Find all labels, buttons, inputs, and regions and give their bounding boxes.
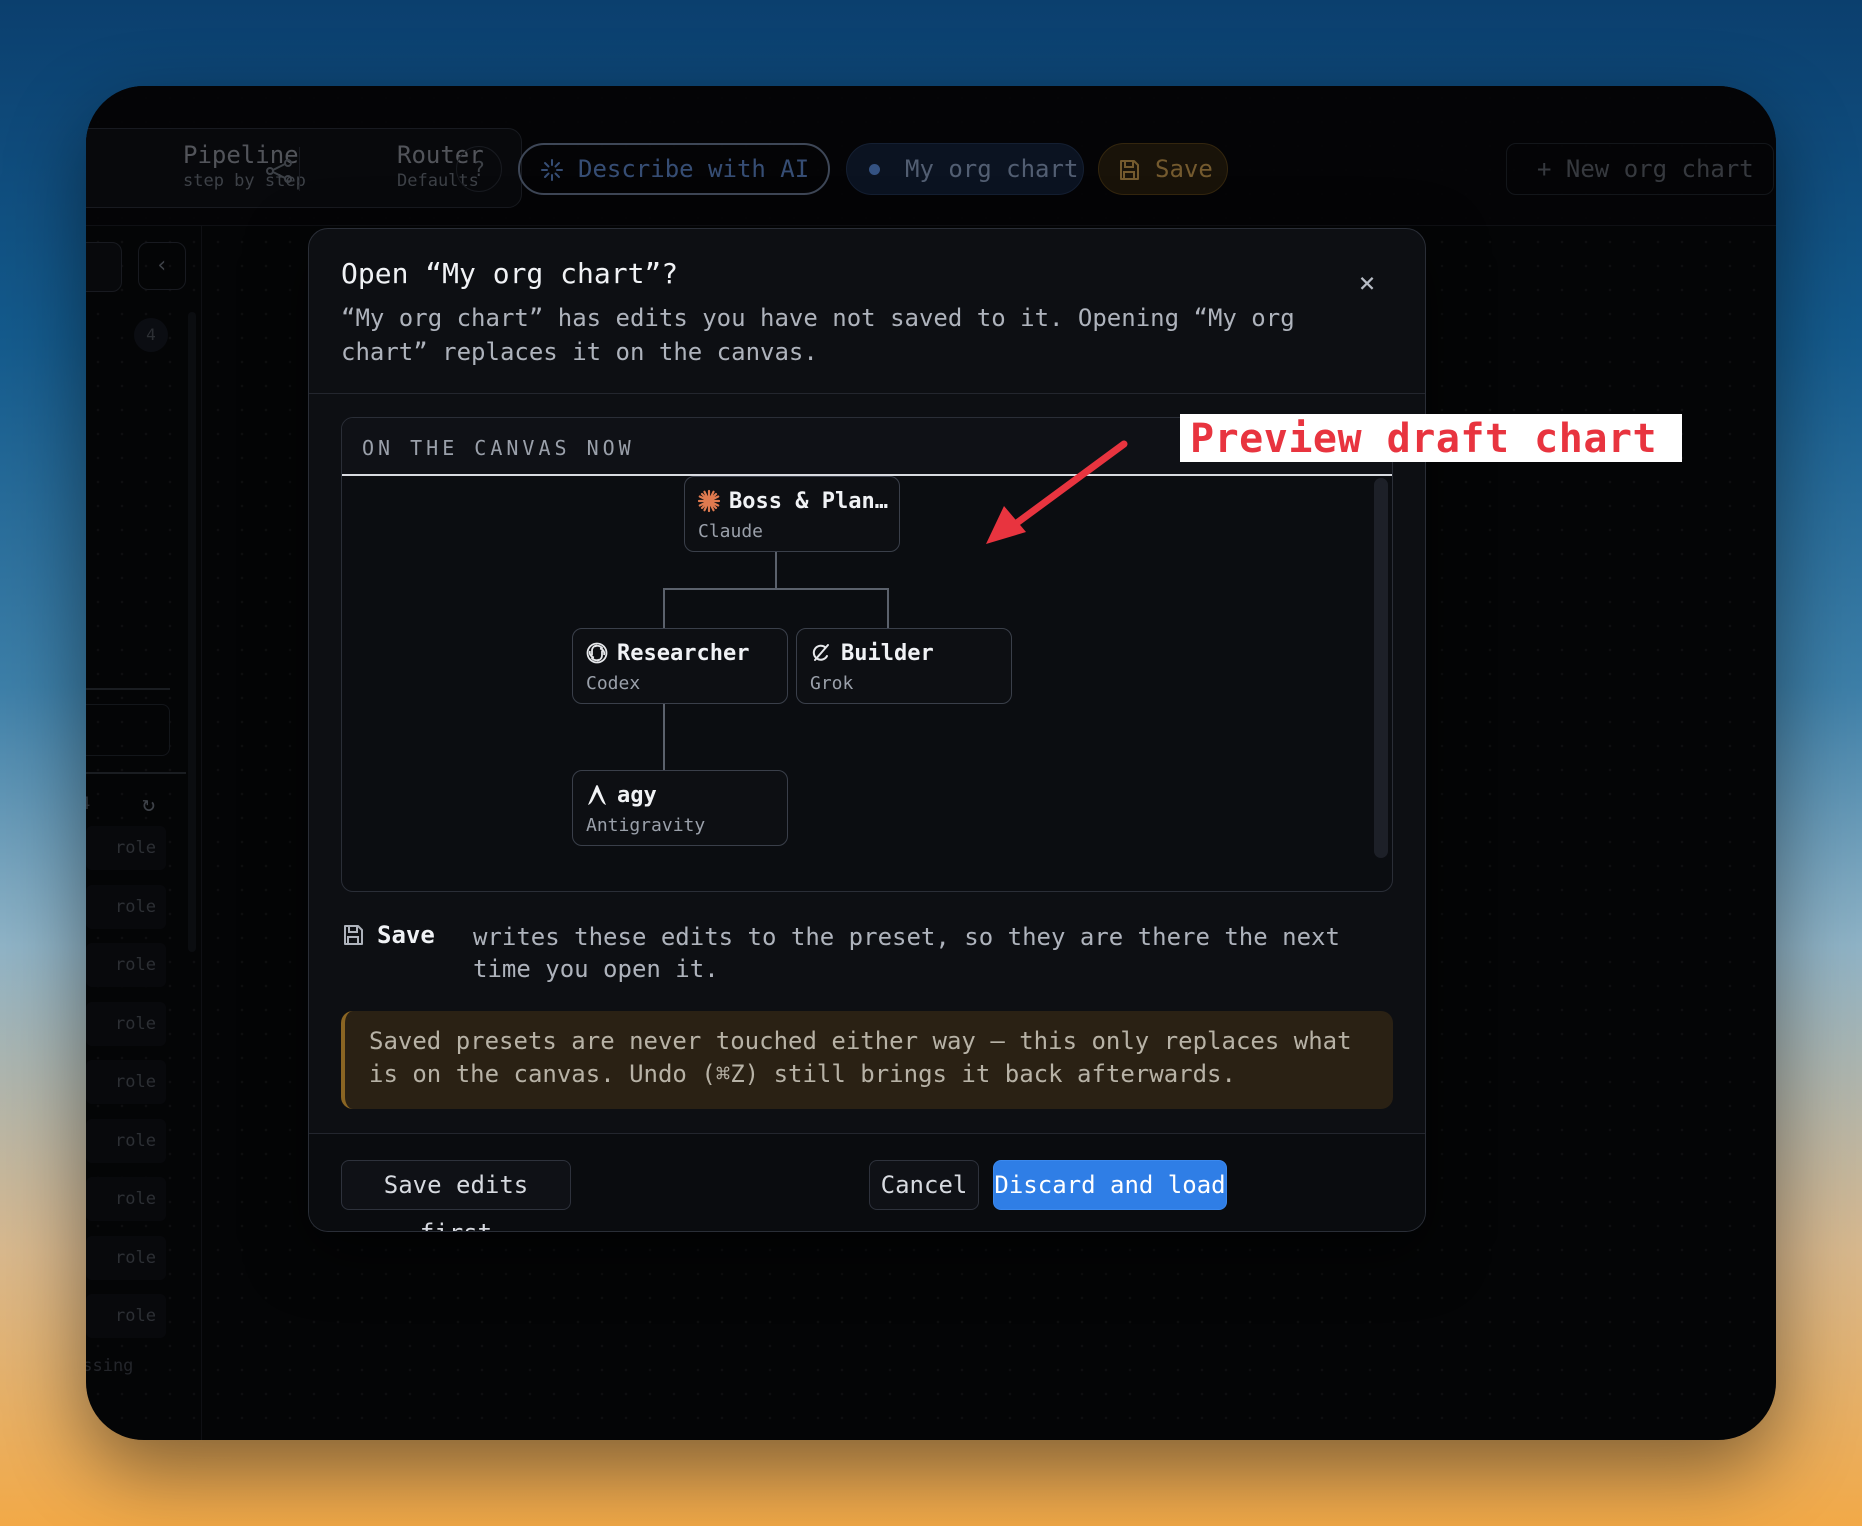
claude-icon — [697, 489, 721, 513]
grok-icon — [812, 644, 829, 661]
preview-scrollbar[interactable] — [1374, 478, 1388, 858]
node-name: Researcher — [617, 641, 750, 666]
org-connector — [663, 588, 889, 590]
cancel-button[interactable]: Cancel — [869, 1160, 979, 1210]
save-edits-first-button[interactable]: Save edits first — [341, 1160, 571, 1231]
dialog-title: Open “My org chart”? — [341, 257, 679, 290]
antigravity-icon — [588, 785, 606, 805]
dialog-divider — [309, 393, 1425, 394]
open-chart-dialog: Open “My org chart”? × “My org chart” ha… — [308, 228, 1426, 1232]
org-connector — [775, 549, 777, 589]
floppy-disk-icon — [344, 925, 363, 945]
node-provider: Grok — [810, 673, 854, 694]
node-name: Builder — [841, 641, 934, 666]
openai-icon — [586, 642, 608, 664]
save-note-keyword: Save — [377, 921, 435, 949]
save-note-text: writes these edits to the preset, so the… — [473, 923, 1340, 983]
close-icon[interactable]: × — [1347, 263, 1387, 303]
dialog-description: “My org chart” has edits you have not sa… — [341, 304, 1295, 366]
org-node-builder[interactable]: Builder Grok — [796, 628, 1012, 704]
org-node-agy[interactable]: agy Antigravity — [572, 770, 788, 846]
discard-and-load-button[interactable]: Discard and load — [993, 1160, 1227, 1210]
node-name: Boss & Plan… — [729, 489, 888, 514]
org-node-researcher[interactable]: Researcher Codex — [572, 628, 788, 704]
dialog-footer: Save edits first Cancel Discard and load — [309, 1134, 1425, 1231]
org-connector — [663, 588, 665, 628]
annotation-label: Preview draft chart — [1180, 414, 1682, 462]
preview-label: ON THE CANVAS NOW — [362, 436, 635, 460]
org-node-boss[interactable]: Boss & Plan… Claude — [684, 476, 900, 552]
node-name: agy — [617, 783, 657, 808]
warning-callout: Saved presets are never touched either w… — [341, 1011, 1393, 1109]
canvas-preview: ON THE CANVAS NOW Boss & Plan… Claude Re… — [341, 417, 1393, 892]
node-provider: Codex — [586, 673, 641, 694]
node-provider: Antigravity — [586, 815, 706, 836]
org-connector — [887, 588, 889, 628]
annotation-text: Preview draft chart — [1190, 416, 1658, 462]
node-provider: Claude — [698, 521, 764, 542]
app-window: Pipeline step by step Router Defaults ? — [86, 86, 1776, 1440]
org-connector — [663, 704, 665, 770]
